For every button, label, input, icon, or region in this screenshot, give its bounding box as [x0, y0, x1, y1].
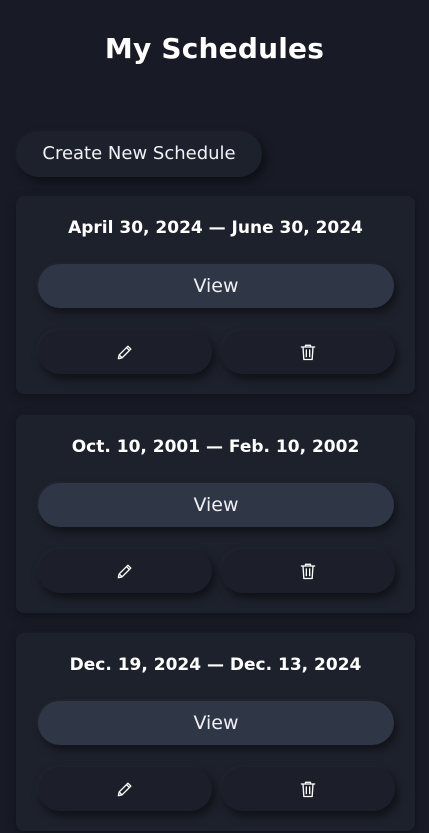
edit-schedule-button[interactable] — [38, 549, 212, 593]
trash-icon — [300, 344, 316, 361]
pencil-icon — [117, 345, 132, 360]
pencil-icon — [117, 564, 132, 579]
delete-schedule-button[interactable] — [221, 549, 395, 593]
schedule-date-range: Dec. 19, 2024 — Dec. 13, 2024 — [69, 655, 362, 675]
view-schedule-button[interactable]: View — [38, 264, 394, 308]
edit-schedule-button[interactable] — [38, 767, 212, 811]
schedule-date-range: Oct. 10, 2001 — Feb. 10, 2002 — [71, 437, 360, 457]
trash-icon — [300, 563, 316, 580]
trash-icon — [300, 781, 316, 798]
delete-schedule-button[interactable] — [221, 330, 395, 374]
create-schedule-button[interactable]: Create New Schedule — [16, 131, 262, 177]
pencil-icon — [117, 782, 132, 797]
schedule-card: Dec. 19, 2024 — Dec. 13, 2024 View — [16, 633, 415, 831]
page-title: My Schedules — [104, 32, 325, 65]
edit-schedule-button[interactable] — [38, 330, 212, 374]
delete-schedule-button[interactable] — [221, 767, 395, 811]
view-schedule-button[interactable]: View — [38, 483, 394, 527]
schedule-card: April 30, 2024 — June 30, 2024 View — [16, 196, 415, 394]
schedule-date-range: April 30, 2024 — June 30, 2024 — [68, 218, 363, 238]
view-schedule-button[interactable]: View — [38, 701, 394, 745]
schedule-card: Oct. 10, 2001 — Feb. 10, 2002 View — [16, 415, 415, 613]
